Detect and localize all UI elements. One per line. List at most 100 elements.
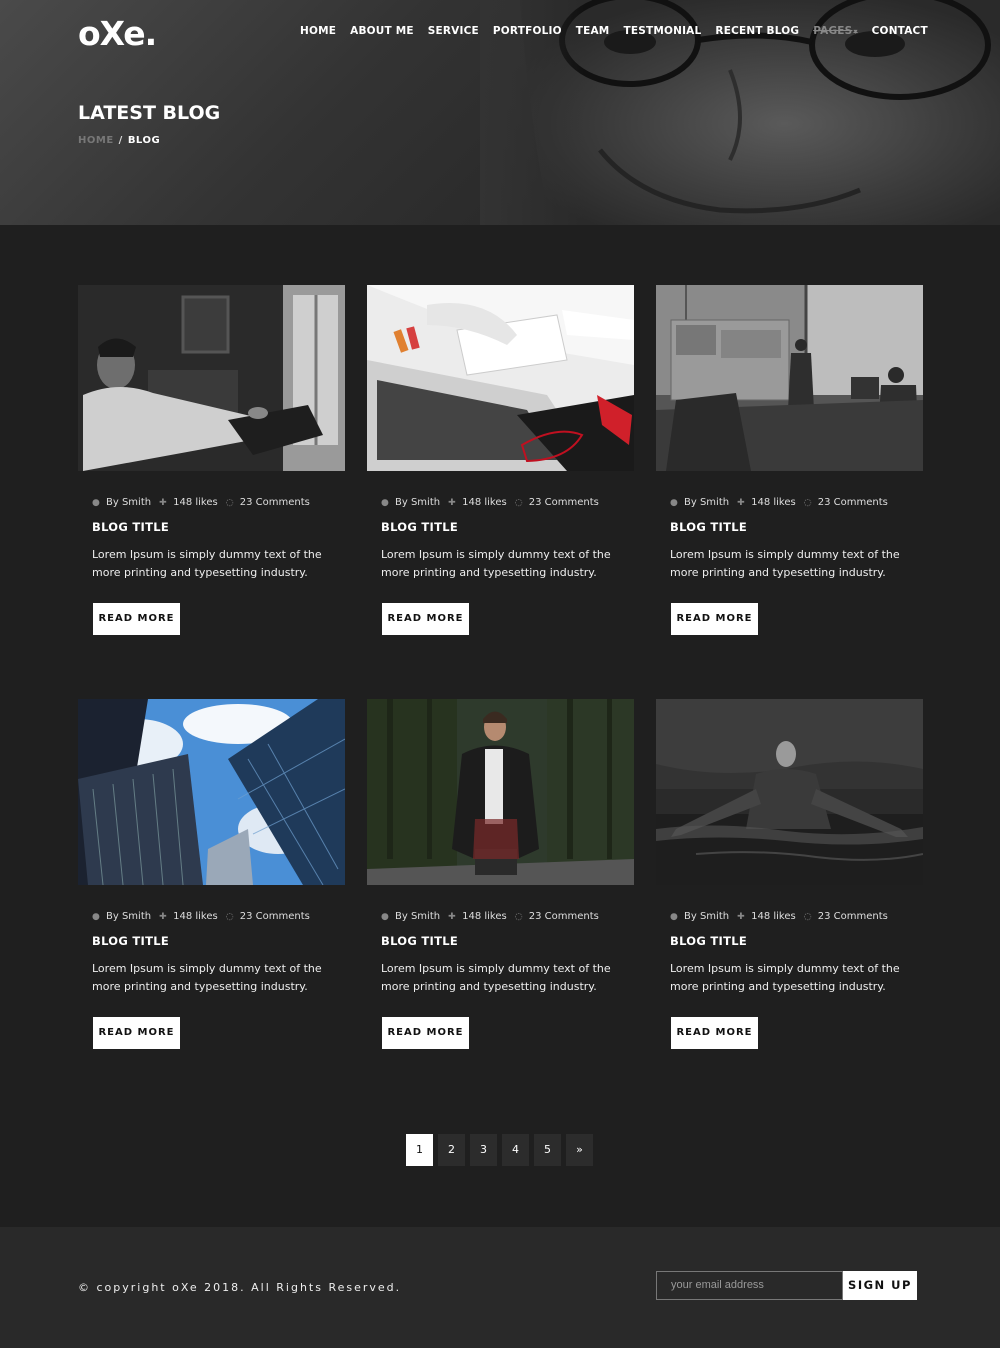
blog-card: ● By Smith ✚ 148 likes ◌ 23 Comments BLOG T… — [78, 285, 345, 635]
thumbs-up-icon: ✚ — [448, 497, 456, 508]
nav-home[interactable]: HOME — [300, 25, 336, 37]
page-link-2[interactable]: 2 — [438, 1134, 465, 1166]
breadcrumb-home[interactable]: HOME — [78, 135, 114, 146]
blog-thumbnail-laptop[interactable] — [367, 285, 634, 471]
page-link-5[interactable]: 5 — [534, 1134, 561, 1166]
thumbs-up-icon: ✚ — [159, 497, 167, 508]
post-excerpt: Lorem Ipsum is simply dummy text of the … — [381, 548, 611, 579]
breadcrumb: HOME / BLOG — [78, 135, 160, 146]
read-more-button[interactable]: READ MORE — [671, 1017, 758, 1049]
post-author[interactable]: By Smith — [106, 911, 151, 922]
blog-thumbnail-meeting-room[interactable] — [656, 285, 923, 471]
user-icon: ● — [92, 911, 100, 922]
post-comments[interactable]: 23 Comments — [529, 497, 599, 508]
nav-portfolio[interactable]: PORTFOLIO — [493, 25, 562, 37]
nav-contact[interactable]: CONTACT — [872, 25, 928, 37]
post-excerpt: Lorem Ipsum is simply dummy text of the … — [670, 962, 900, 993]
comment-icon: ◌ — [803, 497, 812, 508]
nav-about-me[interactable]: ABOUT ME — [350, 25, 414, 37]
post-meta: ● By Smith ✚ 148 likes ◌ 23 Comments — [381, 911, 634, 922]
blog-card: ● By Smith ✚ 148 likes ◌ 23 Comments BLOG T… — [656, 285, 923, 635]
comment-icon: ◌ — [514, 911, 523, 922]
post-author[interactable]: By Smith — [684, 911, 729, 922]
post-excerpt: Lorem Ipsum is simply dummy text of the … — [381, 962, 611, 993]
nav-team[interactable]: TEAM — [576, 25, 610, 37]
user-icon: ● — [92, 497, 100, 508]
nav-recent-blog[interactable]: RECENT BLOG — [715, 25, 799, 37]
blog-thumbnail-man-water[interactable] — [656, 699, 923, 885]
user-icon: ● — [381, 911, 389, 922]
page-link-1[interactable]: 1 — [406, 1134, 433, 1166]
post-title[interactable]: BLOG TITLE — [381, 520, 634, 534]
user-icon: ● — [670, 911, 678, 922]
post-comments[interactable]: 23 Comments — [529, 911, 599, 922]
read-more-button[interactable]: READ MORE — [382, 1017, 469, 1049]
read-more-button[interactable]: READ MORE — [93, 603, 180, 635]
post-author[interactable]: By Smith — [684, 497, 729, 508]
post-likes: 148 likes — [462, 497, 507, 508]
post-likes: 148 likes — [173, 911, 218, 922]
post-author[interactable]: By Smith — [395, 497, 440, 508]
thumbs-up-icon: ✚ — [159, 911, 167, 922]
post-comments[interactable]: 23 Comments — [818, 911, 888, 922]
blog-card: ● By Smith ✚ 148 likes ◌ 23 Comments BLOG T… — [367, 285, 634, 635]
nav-service[interactable]: SERVICE — [428, 25, 479, 37]
post-excerpt: Lorem Ipsum is simply dummy text of the … — [670, 548, 900, 579]
read-more-button[interactable]: READ MORE — [382, 603, 469, 635]
breadcrumb-current: BLOG — [127, 135, 161, 146]
post-title[interactable]: BLOG TITLE — [670, 520, 923, 534]
email-input[interactable]: your email address — [656, 1271, 843, 1300]
post-likes: 148 likes — [462, 911, 507, 922]
post-comments[interactable]: 23 Comments — [240, 911, 310, 922]
comment-icon: ◌ — [225, 911, 234, 922]
post-title[interactable]: BLOG TITLE — [381, 934, 634, 948]
breadcrumb-separator: / — [118, 135, 123, 146]
post-likes: 148 likes — [173, 497, 218, 508]
post-comments[interactable]: 23 Comments — [240, 497, 310, 508]
page-link-3[interactable]: 3 — [470, 1134, 497, 1166]
blog-thumbnail-man-sofa[interactable] — [78, 285, 345, 471]
caret-down-icon: ▾ — [853, 27, 858, 36]
comment-icon: ◌ — [514, 497, 523, 508]
user-icon: ● — [381, 497, 389, 508]
post-likes: 148 likes — [751, 497, 796, 508]
blog-card: ● By Smith ✚ 148 likes ◌ 23 Comments BLOG T… — [367, 699, 634, 1049]
post-comments[interactable]: 23 Comments — [818, 497, 888, 508]
comment-icon: ◌ — [225, 497, 234, 508]
post-likes: 148 likes — [751, 911, 796, 922]
comment-icon: ◌ — [803, 911, 812, 922]
post-meta: ● By Smith ✚ 148 likes ◌ 23 Comments — [381, 497, 634, 508]
post-title[interactable]: BLOG TITLE — [670, 934, 923, 948]
nav-pages-label: PAGES — [813, 25, 853, 37]
post-meta: ● By Smith ✚ 148 likes ◌ 23 Comments — [670, 911, 923, 922]
thumbs-up-icon: ✚ — [737, 497, 745, 508]
post-title[interactable]: BLOG TITLE — [92, 934, 345, 948]
read-more-button[interactable]: READ MORE — [671, 603, 758, 635]
pagination: 1 2 3 4 5 » — [406, 1134, 593, 1166]
page-title: LATEST BLOG — [78, 102, 221, 124]
hero-banner: oXe. HOME ABOUT ME SERVICE PORTFOLIO TEA… — [0, 0, 1000, 225]
read-more-button[interactable]: READ MORE — [93, 1017, 180, 1049]
site-logo[interactable]: oXe. — [78, 14, 157, 53]
post-excerpt: Lorem Ipsum is simply dummy text of the … — [92, 548, 322, 579]
post-meta: ● By Smith ✚ 148 likes ◌ 23 Comments — [670, 497, 923, 508]
post-author[interactable]: By Smith — [106, 497, 151, 508]
thumbs-up-icon: ✚ — [737, 911, 745, 922]
post-meta: ● By Smith ✚ 148 likes ◌ 23 Comments — [92, 911, 345, 922]
sign-up-button[interactable]: SIGN UP — [843, 1271, 917, 1300]
main-nav: HOME ABOUT ME SERVICE PORTFOLIO TEAM TES… — [300, 25, 942, 37]
site-footer: © copyright oXe 2018. All Rights Reserve… — [0, 1227, 1000, 1348]
post-excerpt: Lorem Ipsum is simply dummy text of the … — [92, 962, 322, 993]
nav-testmonial[interactable]: TESTMONIAL — [623, 25, 701, 37]
user-icon: ● — [670, 497, 678, 508]
nav-pages[interactable]: PAGES▾ — [813, 25, 857, 37]
thumbs-up-icon: ✚ — [448, 911, 456, 922]
next-page-button[interactable]: » — [566, 1134, 593, 1166]
copyright-text: © copyright oXe 2018. All Rights Reserve… — [78, 1281, 402, 1294]
post-author[interactable]: By Smith — [395, 911, 440, 922]
page-link-4[interactable]: 4 — [502, 1134, 529, 1166]
blog-thumbnail-skyscrapers[interactable] — [78, 699, 345, 885]
blog-thumbnail-man-forest[interactable] — [367, 699, 634, 885]
blog-card: ● By Smith ✚ 148 likes ◌ 23 Comments BLOG T… — [656, 699, 923, 1049]
post-title[interactable]: BLOG TITLE — [92, 520, 345, 534]
